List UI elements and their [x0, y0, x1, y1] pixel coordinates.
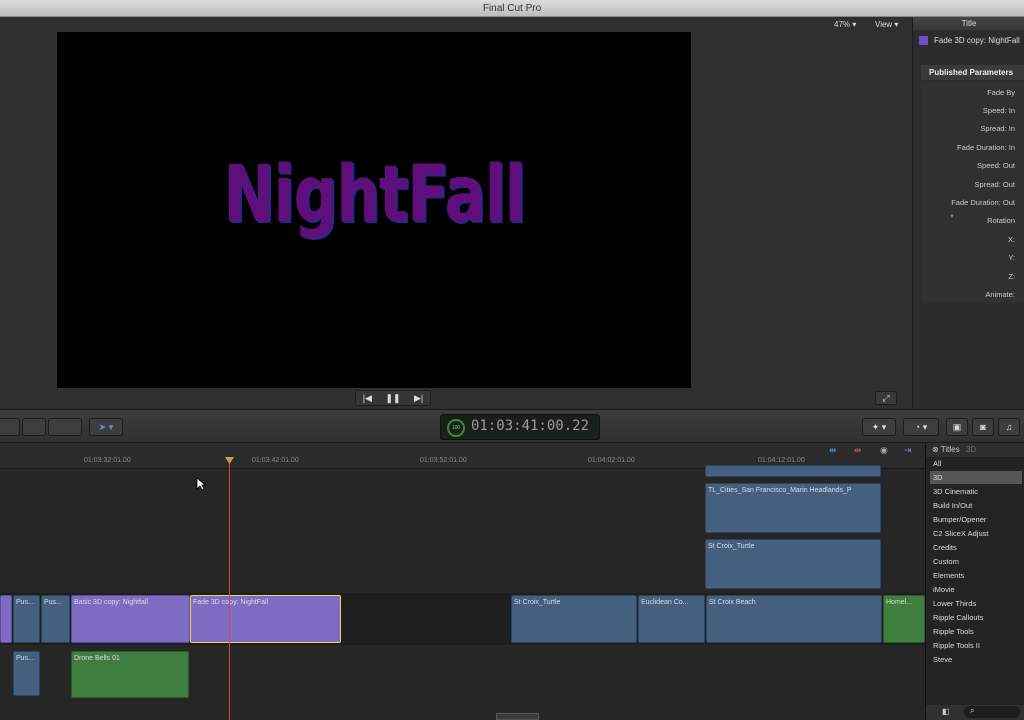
connected-clip[interactable]: TL_Cities_San Francisco_Marin Headlands_…: [705, 483, 881, 533]
param-label: Speed: In: [982, 106, 1015, 115]
timeline-clip[interactable]: Pus...: [41, 595, 70, 643]
parameters-list: Fade By Speed: In Spread: In Fade Durati…: [921, 83, 1024, 303]
param-label: Fade By: [987, 88, 1015, 97]
category-item[interactable]: Elements: [930, 569, 1022, 582]
search-icon: ⌕: [970, 706, 975, 715]
sidebar-toggle-icon[interactable]: ◧: [942, 707, 950, 716]
mouse-pointer-icon: [196, 477, 206, 491]
ruler-timecode: 01:03:42:01.00: [252, 457, 299, 464]
title-icon: [919, 36, 928, 46]
param-label: Spread: In: [980, 124, 1015, 133]
timeline-clip[interactable]: Pus...: [13, 595, 40, 643]
timeline-clip[interactable]: Euclidean Co...: [638, 595, 705, 643]
music-browser-icon[interactable]: ♫: [998, 418, 1020, 436]
param-label: Y:: [1008, 253, 1015, 262]
param-label: Speed: Out: [977, 161, 1015, 170]
selected-timeline-clip[interactable]: Fade 3D copy: NightFall: [190, 595, 341, 643]
browser-footer: ◧ ⌕: [926, 705, 1024, 720]
title-overlay-text: NightFall: [223, 150, 525, 240]
play-pause-button[interactable]: ❚❚: [385, 393, 400, 404]
next-frame-button[interactable]: ▶|: [414, 393, 423, 404]
append-clip-button[interactable]: [48, 418, 82, 436]
inspector-header: Title: [913, 17, 1024, 30]
disclosure-triangle-icon[interactable]: ▼: [949, 214, 955, 220]
param-label: Rotation: [987, 216, 1015, 225]
param-label: Fade Duration: Out: [951, 198, 1015, 207]
param-label: Animate:: [985, 290, 1015, 299]
insert-clip-button[interactable]: [22, 418, 46, 436]
param-label: Fade Duration: In: [957, 143, 1015, 152]
category-item[interactable]: Bumper/Opener: [930, 513, 1022, 526]
category-item[interactable]: 3D: [930, 471, 1022, 484]
category-item[interactable]: Credits: [930, 541, 1022, 554]
viewer: 47% ▾ View ▾ NightFall |◀ ❚❚ ▶| ⤢: [0, 17, 912, 409]
fullscreen-icon[interactable]: ⤢: [875, 391, 897, 405]
ruler-timecode: 01:03:32:01.00: [84, 457, 131, 464]
video-canvas[interactable]: NightFall: [57, 32, 691, 388]
search-field[interactable]: ⌕: [964, 706, 1020, 718]
timeline-clip[interactable]: St Croix Beach: [706, 595, 882, 643]
audio-skimming-icon[interactable]: ⇹: [854, 445, 862, 456]
connected-clip[interactable]: [705, 465, 881, 477]
snapping-icon[interactable]: ⇥: [904, 445, 912, 456]
connected-clip[interactable]: St Croix_Turtle: [705, 539, 881, 589]
category-item[interactable]: All: [930, 457, 1022, 470]
zoom-level-menu[interactable]: 47% ▾: [834, 18, 856, 31]
effects-browser-icon[interactable]: ▣: [946, 418, 968, 436]
select-tool-button[interactable]: ➤ ▾: [89, 418, 123, 436]
playhead[interactable]: [229, 458, 230, 720]
timecode-badge: 100: [447, 419, 465, 437]
inspector-title: Title: [961, 19, 977, 28]
transport-controls: |◀ ❚❚ ▶|: [355, 390, 431, 406]
ruler-timecode: 01:04:12:01.00: [758, 457, 805, 464]
connect-clip-button[interactable]: [0, 418, 20, 436]
timeline[interactable]: 01:03:32:01.00 01:03:42:01.00 01:03:52:0…: [0, 443, 925, 720]
timeline-clip[interactable]: St Croix_Turtle: [511, 595, 637, 643]
ruler-timecode: 01:04:02:01.00: [588, 457, 635, 464]
browser-title: Titles: [940, 445, 960, 454]
timeline-clip[interactable]: [0, 595, 12, 643]
category-item[interactable]: Ripple Callouts: [930, 611, 1022, 624]
window-title-bar: Final Cut Pro: [0, 0, 1024, 17]
timecode-display[interactable]: 100 01:03:41:00.22: [440, 414, 600, 440]
category-item[interactable]: Steve: [930, 653, 1022, 666]
timeline-clip[interactable]: Homel...: [883, 595, 925, 643]
window-title: Final Cut Pro: [482, 3, 542, 14]
close-icon[interactable]: ⊗: [932, 445, 939, 454]
param-label: Z:: [1008, 272, 1015, 281]
retime-menu-icon[interactable]: ◔ ▾: [903, 418, 939, 436]
category-item[interactable]: iMovie: [930, 583, 1022, 596]
timecode-value: 01:03:41:00.22: [471, 418, 590, 434]
category-item[interactable]: Build In/Out: [930, 499, 1022, 512]
previous-frame-button[interactable]: |◀: [363, 393, 372, 404]
param-label: X:: [1007, 235, 1015, 244]
category-item[interactable]: Ripple Tools II: [930, 639, 1022, 652]
enhancements-menu-icon[interactable]: ✦ ▾: [862, 418, 896, 436]
viewer-top-bar: 47% ▾ View ▾: [0, 17, 912, 32]
category-item[interactable]: Custom: [930, 555, 1022, 568]
timeline-clip[interactable]: Basic 3D copy: Nightfall: [71, 595, 190, 643]
category-item[interactable]: Ripple Tools: [930, 625, 1022, 638]
browser-subtitle: 3D: [965, 445, 977, 454]
titles-browser: ⊗ Titles 3D All 3D 3D Cinematic Build In…: [925, 443, 1024, 720]
photos-browser-icon[interactable]: ◙: [972, 418, 994, 436]
published-parameters-header[interactable]: Published Parameters: [921, 65, 1024, 80]
param-label: Spread: Out: [974, 180, 1015, 189]
browser-header: ⊗ Titles 3D: [926, 443, 1024, 457]
ruler-timecode: 01:03:52:01.00: [420, 457, 467, 464]
view-menu[interactable]: View ▾: [875, 18, 898, 31]
timeline-scrollbar[interactable]: [496, 713, 539, 720]
category-item[interactable]: 3D Cinematic: [930, 485, 1022, 498]
skimming-icon[interactable]: ⇹: [829, 445, 837, 456]
audio-clip[interactable]: Pus...: [13, 651, 40, 696]
timeline-toolbar: ➤ ▾ 100 01:03:41:00.22 ✦ ▾ ◔ ▾ ▣ ◙ ♫: [0, 409, 1024, 443]
category-item[interactable]: Lower Thirds: [930, 597, 1022, 610]
category-item[interactable]: C2 SliceX Adjust: [930, 527, 1022, 540]
inspector-clip-name: Fade 3D copy: NightFall: [913, 32, 1024, 50]
audio-clip[interactable]: Drone Bells 01: [71, 651, 189, 698]
solo-icon[interactable]: ◉: [880, 445, 888, 456]
inspector-panel: Title Fade 3D copy: NightFall Published …: [912, 17, 1024, 409]
